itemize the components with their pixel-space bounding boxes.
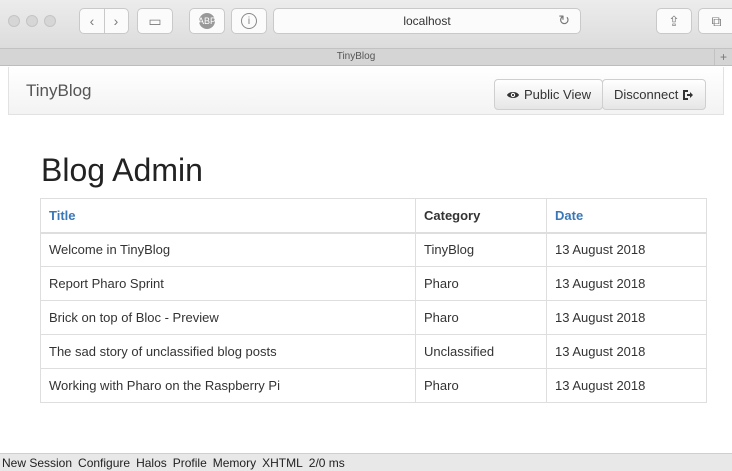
sidebar-button[interactable]: ▭ — [137, 8, 173, 34]
post-title-cell: Brick on top of Bloc - Preview — [40, 300, 416, 335]
post-category-cell: Pharo — [415, 368, 547, 403]
render-timing: 2/0 ms — [308, 455, 345, 470]
column-header-title[interactable]: Title — [40, 198, 416, 234]
sidebar-icon: ▭ — [148, 12, 162, 29]
profile-link[interactable]: Profile — [173, 456, 207, 470]
back-button[interactable]: ‹ — [80, 13, 104, 29]
disconnect-button[interactable]: Disconnect — [602, 79, 707, 110]
post-category-cell: Pharo — [415, 300, 547, 335]
configure-link[interactable]: Configure — [78, 456, 130, 470]
table-row: The sad story of unclassified blog posts… — [40, 334, 707, 369]
zoom-window-icon[interactable] — [44, 15, 56, 27]
back-forward-group: ‹ › — [79, 8, 129, 34]
share-button[interactable]: ⇪ — [656, 8, 692, 34]
adblock-icon: ABP — [198, 13, 216, 29]
tabs-overview-button[interactable]: ⧉ — [698, 8, 732, 34]
column-header-category: Category — [415, 198, 547, 234]
tabs-icon: ⧉ — [711, 12, 722, 29]
post-category-cell: TinyBlog — [415, 232, 547, 267]
eye-icon — [507, 91, 519, 98]
table-row: Working with Pharo on the Raspberry Pi P… — [40, 368, 707, 403]
table-row: Brick on top of Bloc - Preview Pharo 13 … — [40, 300, 707, 335]
post-date-cell: 13 August 2018 — [546, 232, 707, 267]
info-icon: i — [241, 13, 257, 29]
post-title-cell: Report Pharo Sprint — [40, 266, 416, 301]
category-header-label: Category — [424, 207, 481, 223]
post-category-cell: Unclassified — [415, 334, 547, 369]
posts-table: Title Category Date Welcome in TinyBlog … — [40, 198, 707, 403]
column-header-date[interactable]: Date — [546, 198, 707, 234]
new-session-link[interactable]: New Session — [2, 456, 72, 470]
site-navbar: TinyBlog Public View Disconnect — [8, 67, 724, 115]
adblock-button[interactable]: ABP — [189, 8, 225, 34]
post-date-cell: 13 August 2018 — [546, 334, 707, 369]
close-window-icon[interactable] — [8, 15, 20, 27]
seaside-toolbar: New Session Configure Halos Profile Memo… — [0, 453, 732, 471]
reload-icon[interactable]: ↻ — [558, 12, 570, 29]
memory-link[interactable]: Memory — [213, 456, 256, 470]
xhtml-link[interactable]: XHTML — [262, 456, 303, 470]
brand-link[interactable]: TinyBlog — [26, 81, 92, 101]
post-date-cell: 13 August 2018 — [546, 368, 707, 403]
segment-divider — [104, 9, 105, 33]
sort-by-title-link[interactable]: Title — [49, 208, 76, 223]
post-title-cell: Working with Pharo on the Raspberry Pi — [40, 368, 416, 403]
disconnect-label: Disconnect — [614, 87, 679, 102]
address-text: localhost — [403, 14, 451, 28]
log-out-icon — [683, 89, 694, 100]
post-category-cell: Pharo — [415, 266, 547, 301]
forward-button[interactable]: › — [104, 13, 128, 29]
table-row: Report Pharo Sprint Pharo 13 August 2018 — [40, 266, 707, 301]
address-bar[interactable]: localhost ↻ — [273, 8, 581, 34]
public-view-button[interactable]: Public View — [494, 79, 603, 110]
page-title: Blog Admin — [41, 152, 203, 188]
table-header-row: Title Category Date — [40, 198, 707, 234]
minimize-window-icon[interactable] — [26, 15, 38, 27]
new-tab-button[interactable]: + — [714, 49, 732, 65]
post-date-cell: 13 August 2018 — [546, 300, 707, 335]
post-title-cell: The sad story of unclassified blog posts — [40, 334, 416, 369]
public-view-label: Public View — [524, 87, 591, 102]
halos-link[interactable]: Halos — [136, 456, 167, 470]
table-row: Welcome in TinyBlog TinyBlog 13 August 2… — [40, 232, 707, 267]
post-date-cell: 13 August 2018 — [546, 266, 707, 301]
info-button[interactable]: i — [231, 8, 267, 34]
sort-by-date-link[interactable]: Date — [555, 208, 583, 223]
share-icon: ⇪ — [668, 12, 680, 29]
post-title-cell: Welcome in TinyBlog — [40, 232, 416, 267]
browser-toolbar: ‹ › ▭ ABP i localhost ↻ ⇪ ⧉ — [0, 0, 732, 48]
tab-bar: TinyBlog + — [0, 48, 732, 66]
tab-title[interactable]: TinyBlog — [0, 51, 712, 62]
